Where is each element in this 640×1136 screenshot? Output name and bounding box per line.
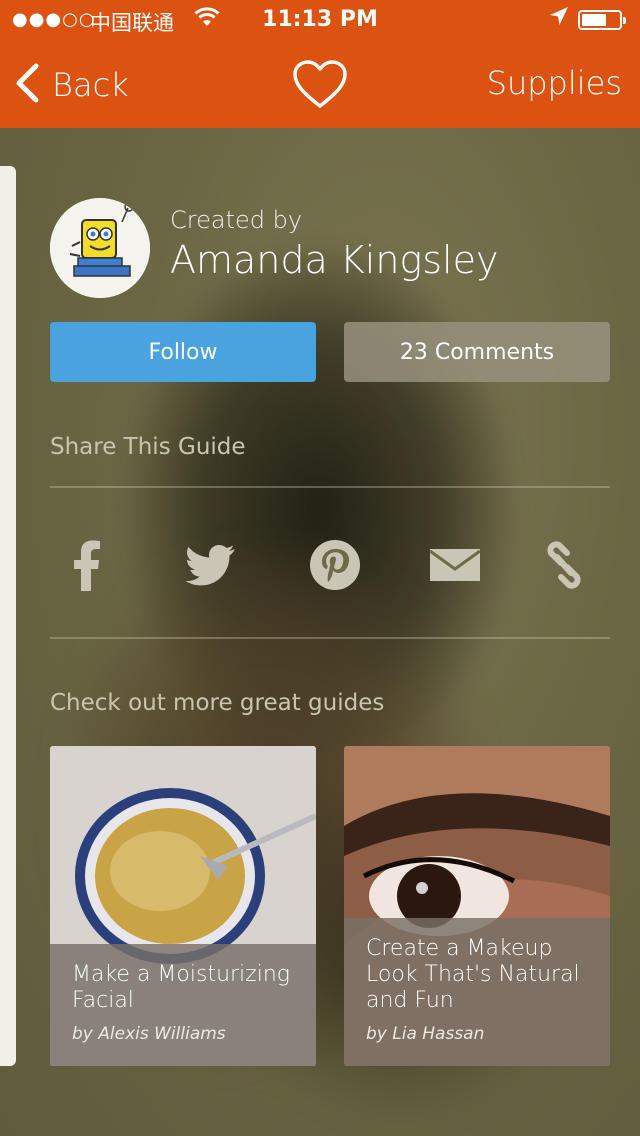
battery-icon	[578, 10, 626, 30]
guide-card-byline: by Alexis Williams	[72, 1024, 226, 1044]
guide-card-title: Create a Makeup Look That's Natural and …	[366, 936, 580, 1013]
author-name[interactable]: Amanda Kingsley	[170, 238, 498, 282]
status-time: 11:13 PM	[262, 7, 378, 32]
pinterest-icon[interactable]	[305, 538, 365, 592]
supplies-button[interactable]: Supplies	[487, 64, 622, 102]
guide-card[interactable]: Create a Makeup Look That's Natural and …	[344, 746, 610, 1066]
back-label: Back	[52, 66, 129, 104]
link-icon[interactable]	[534, 538, 594, 592]
guide-card-caption: Create a Makeup Look That's Natural and …	[344, 918, 610, 1066]
divider	[50, 486, 610, 488]
guide-card-byline: by Lia Hassan	[366, 1024, 485, 1044]
guide-card-title: Make a Moisturizing Facial	[72, 962, 290, 1013]
chevron-left-icon	[14, 63, 40, 107]
location-arrow-icon	[548, 5, 570, 33]
status-bar: ●●●○○ 中国联通 11:13 PM	[0, 0, 640, 40]
comments-button[interactable]: 23 Comments	[344, 322, 610, 382]
more-guides-title: Check out more great guides	[50, 690, 385, 716]
back-button[interactable]: Back	[14, 62, 129, 108]
guide-card-caption: Make a Moisturizing Facial by Alexis Wil…	[50, 944, 316, 1066]
top-bar: ●●●○○ 中国联通 11:13 PM Back Supplies	[0, 0, 640, 128]
facebook-icon[interactable]	[56, 538, 116, 592]
created-by-label: Created by	[170, 206, 303, 234]
twitter-icon[interactable]	[181, 538, 241, 592]
previous-page-edge[interactable]	[0, 166, 16, 1066]
share-section-title: Share This Guide	[50, 434, 246, 460]
avatar[interactable]	[50, 198, 150, 298]
guide-card[interactable]: Make a Moisturizing Facial by Alexis Wil…	[50, 746, 316, 1066]
divider	[50, 637, 610, 639]
favorite-heart-icon[interactable]	[292, 60, 348, 114]
mail-icon[interactable]	[425, 538, 485, 592]
follow-button[interactable]: Follow	[50, 322, 316, 382]
